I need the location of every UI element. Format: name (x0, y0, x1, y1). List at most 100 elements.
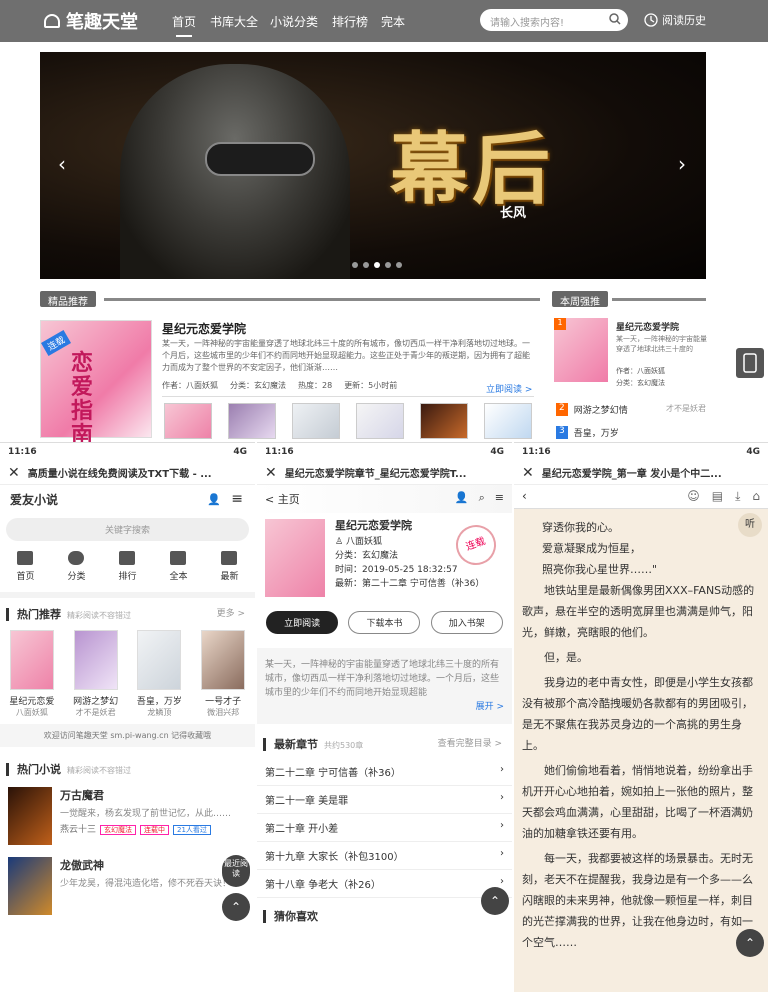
list-item-author: 才不是妖君 (666, 404, 706, 413)
cat-categories[interactable]: 分类 (67, 551, 86, 582)
thumb-book[interactable] (420, 403, 468, 439)
scroll-top-button[interactable]: ⌃ (736, 929, 764, 957)
menu-icon[interactable]: ≡ (231, 491, 243, 507)
banner-pagination[interactable] (352, 262, 402, 268)
thumb-book[interactable] (164, 403, 212, 439)
close-icon[interactable]: ✕ (522, 465, 534, 481)
banner-carousel[interactable]: 幕后 长风 ‹ › (40, 52, 706, 279)
divider (162, 396, 534, 397)
page-title: 高质量小说在线免费阅读及TXT下载 - ... (27, 469, 212, 480)
search-placeholder: 请输入搜索内容! (490, 18, 565, 29)
app-logo[interactable]: 爱友小说 (10, 491, 58, 508)
listen-button[interactable]: 听 (738, 513, 762, 537)
scroll-top-button[interactable]: ⌃ (222, 893, 250, 921)
expand-link[interactable]: 展开 > (265, 700, 504, 714)
banner-dot[interactable] (396, 262, 402, 268)
nav-library[interactable]: 书库大全 (210, 13, 258, 30)
recommend-book-title[interactable]: 星纪元恋爱学院 (162, 320, 246, 337)
user-icon[interactable]: 👤 (207, 493, 221, 506)
paragraph: 我身边的老中青女性，即便是小学生女孩都没有被那个高冷酷拽暖奶各款都有的男团吸引，… (522, 676, 753, 752)
thumb-book[interactable] (356, 403, 404, 439)
book-card[interactable]: 星纪元恋爱 八面妖狐 (6, 630, 58, 718)
scroll-top-button[interactable]: ⌃ (481, 887, 509, 915)
close-icon[interactable]: ✕ (8, 465, 20, 481)
more-link[interactable]: 更多 > (217, 606, 245, 619)
novel-cover (8, 787, 52, 845)
nav-categories[interactable]: 小说分类 (270, 13, 318, 30)
cat-full[interactable]: 全本 (169, 551, 188, 582)
book-card[interactable]: 网游之梦幻 才不是妖君 (70, 630, 122, 718)
download-icon[interactable]: ⤓ (735, 489, 740, 504)
chapter-item[interactable]: 第二十章 开小差 › (257, 814, 512, 842)
novel-item[interactable]: 龙傲武神 少年龙昊，得混沌造化塔，修不死吞天诀！ (0, 847, 255, 925)
add-shelf-button[interactable]: 加入书架 (430, 611, 503, 634)
banner-dot[interactable] (385, 262, 391, 268)
search-input[interactable]: 关键字搜索 (6, 518, 249, 541)
banner-dot[interactable] (363, 262, 369, 268)
back-icon[interactable]: ‹ (522, 489, 527, 504)
nav-finished[interactable]: 完本 (381, 13, 405, 30)
user-icon[interactable]: 👤 (455, 491, 469, 507)
search-input[interactable]: 请输入搜索内容! (480, 9, 628, 31)
paragraph: 地铁站里是最新偶像男团XXX–FANS动感的歌声，悬在半空的透明宽屏里也满满是帅… (522, 584, 755, 639)
thumb-book[interactable] (484, 403, 532, 439)
list-item[interactable]: 2 网游之梦幻情 才不是妖君 (556, 403, 706, 416)
weekly-book-title[interactable]: 星纪元恋爱学院 (616, 320, 708, 333)
weekly-book-cover[interactable]: 1 (554, 318, 608, 382)
recent-read-button[interactable]: 最近阅读 (222, 855, 250, 887)
recommend-book-cover[interactable]: 连载 恋爱指南 (40, 320, 152, 447)
cat-home[interactable]: 首页 (16, 551, 35, 582)
mobile-view-button[interactable] (736, 348, 764, 378)
banner-dot[interactable] (352, 262, 358, 268)
tablet-icon (743, 353, 757, 373)
nav-home[interactable]: 首页 (172, 13, 196, 37)
search-icon[interactable] (608, 12, 622, 26)
banner-dot-active[interactable] (374, 262, 380, 268)
thumb-book[interactable] (292, 403, 340, 439)
chapter-item[interactable]: 第十八章 争老大（补26） › (257, 870, 512, 898)
user-icon[interactable]: ☺ (687, 489, 700, 504)
search-icon[interactable]: ⌕ (479, 491, 485, 507)
detail-header: < 主页 👤 ⌕ ≡ (257, 485, 512, 513)
rank-badge: 3 (556, 426, 568, 439)
thumb-book[interactable] (228, 403, 276, 439)
read-now-button[interactable]: 立即阅读 (266, 611, 339, 634)
page-title: 星纪元恋爱学院章节_星纪元恋爱学院T... (284, 469, 467, 480)
recommend-book-meta: 作者：八面妖狐 分类：玄幻魔法 热度：28 更新：5小时前 (162, 380, 534, 391)
site-logo[interactable]: 笔趣天堂 (44, 8, 138, 34)
chapter-item[interactable]: 第十九章 大家长（补包3100） › (257, 842, 512, 870)
novel-desc: 少年龙昊，得混沌造化塔，修不死吞天诀！ (60, 879, 232, 889)
book-card[interactable]: 一号才子 微泪兴邦 (197, 630, 249, 718)
recommend-book-desc: 某一天，一阵神秘的宇宙能量穿透了地球北纬三十度的所有城市，像切西瓜一样干净利落地… (162, 339, 530, 372)
weekly-book-desc: 某一天，一阵神秘的宇宙能量穿透了地球北纬三十度的 (616, 335, 707, 353)
book-info: 星纪元恋爱学院 ♙ 八面妖狐 分类：玄幻魔法 时间：2019-05-25 18:… (257, 513, 512, 603)
history-link[interactable]: 阅读历史 (644, 12, 706, 28)
novel-item[interactable]: 万古魔君 一觉醒来，杨玄发现了前世记忆，从此…… 燕云十三 玄幻魔法 连载中 21人看… (0, 785, 255, 847)
book-card[interactable]: 吾皇，万岁 龙鳞顶 (133, 630, 185, 718)
banner-next-icon[interactable]: › (678, 152, 686, 176)
status-bar: 11:16 4G (8, 447, 247, 457)
banner-goggles-image (205, 142, 315, 176)
cat-ranking[interactable]: 排行 (118, 551, 137, 582)
read-now-link[interactable]: 立即阅读 > (486, 382, 532, 395)
hot-rec-list: 星纪元恋爱 八面妖狐 网游之梦幻 才不是妖君 吾皇，万岁 龙鳞顶 一号才子 微泪兴邦 (0, 630, 255, 718)
banner-prev-icon[interactable]: ‹ (58, 152, 66, 176)
hot-novel-header: 热门小说 精彩阅读不容错过 (0, 753, 255, 785)
full-toc-link[interactable]: 查看完整目录 > (438, 736, 502, 749)
back-link[interactable]: < 主页 (265, 491, 300, 507)
home-icon[interactable]: ⌂ (752, 489, 760, 504)
chapter-item[interactable]: 第二十一章 美是罪 › (257, 786, 512, 814)
download-button[interactable]: 下载本书 (348, 611, 421, 634)
promo-banner: 欢迎访问笔趣天堂 sm.pi-wang.cn 记得收藏哦 (0, 724, 255, 747)
chapter-item[interactable]: 第二十二章 宁可信善（补36） › (257, 758, 512, 786)
page-title: 星纪元恋爱学院_第一章 发小是个中二... (541, 469, 722, 480)
list-item[interactable]: 3 吾皇，万岁 (556, 426, 706, 439)
nav-ranking[interactable]: 排行榜 (332, 13, 368, 30)
list-item-title: 网游之梦幻情 (573, 406, 628, 416)
book-icon[interactable]: ▤ (712, 489, 723, 504)
cat-latest[interactable]: 最新 (220, 551, 239, 582)
menu-icon[interactable]: ≡ (495, 491, 504, 507)
close-icon[interactable]: ✕ (265, 465, 277, 481)
paragraph: 但，是。 (544, 651, 588, 664)
divider (612, 298, 706, 301)
